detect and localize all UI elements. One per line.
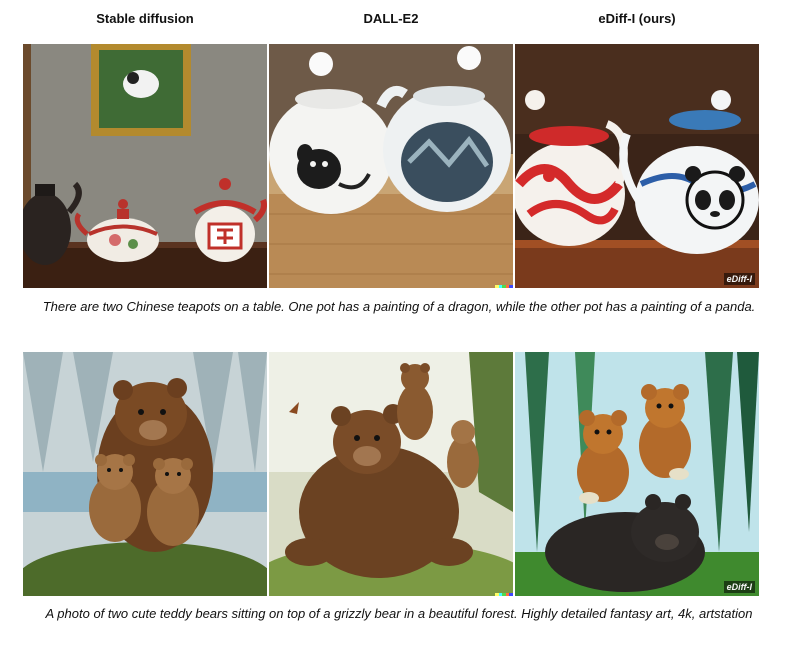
bears-ediffi-illustration	[515, 352, 759, 596]
image-teapots-ediffi: eDiff-I	[515, 44, 759, 288]
teapots-ediffi-illustration	[515, 44, 759, 288]
column-header-ediffi: eDiff-I (ours)	[598, 11, 676, 26]
image-bears-stable-diffusion	[23, 352, 267, 596]
bears-stable-diffusion-illustration	[23, 352, 267, 596]
dalle-watermark-bar	[495, 593, 513, 596]
image-teapots-stable-diffusion	[23, 44, 267, 288]
caption-bears: A photo of two cute teddy bears sitting …	[45, 606, 753, 621]
column-header-dalle2: DALL-E2	[363, 11, 419, 26]
teapots-stable-diffusion-illustration	[23, 44, 267, 288]
ediffi-watermark: eDiff-I	[723, 581, 755, 593]
column-header-stable-diffusion: Stable diffusion	[96, 11, 194, 26]
image-teapots-dalle2	[269, 44, 513, 288]
bears-dalle2-illustration	[269, 352, 513, 596]
dalle-watermark-bar	[495, 285, 513, 288]
image-bears-ediffi: eDiff-I	[515, 352, 759, 596]
teapots-dalle2-illustration	[269, 44, 513, 288]
caption-teapots: There are two Chinese teapots on a table…	[42, 299, 756, 314]
image-bears-dalle2	[269, 352, 513, 596]
ediffi-watermark: eDiff-I	[723, 273, 755, 285]
